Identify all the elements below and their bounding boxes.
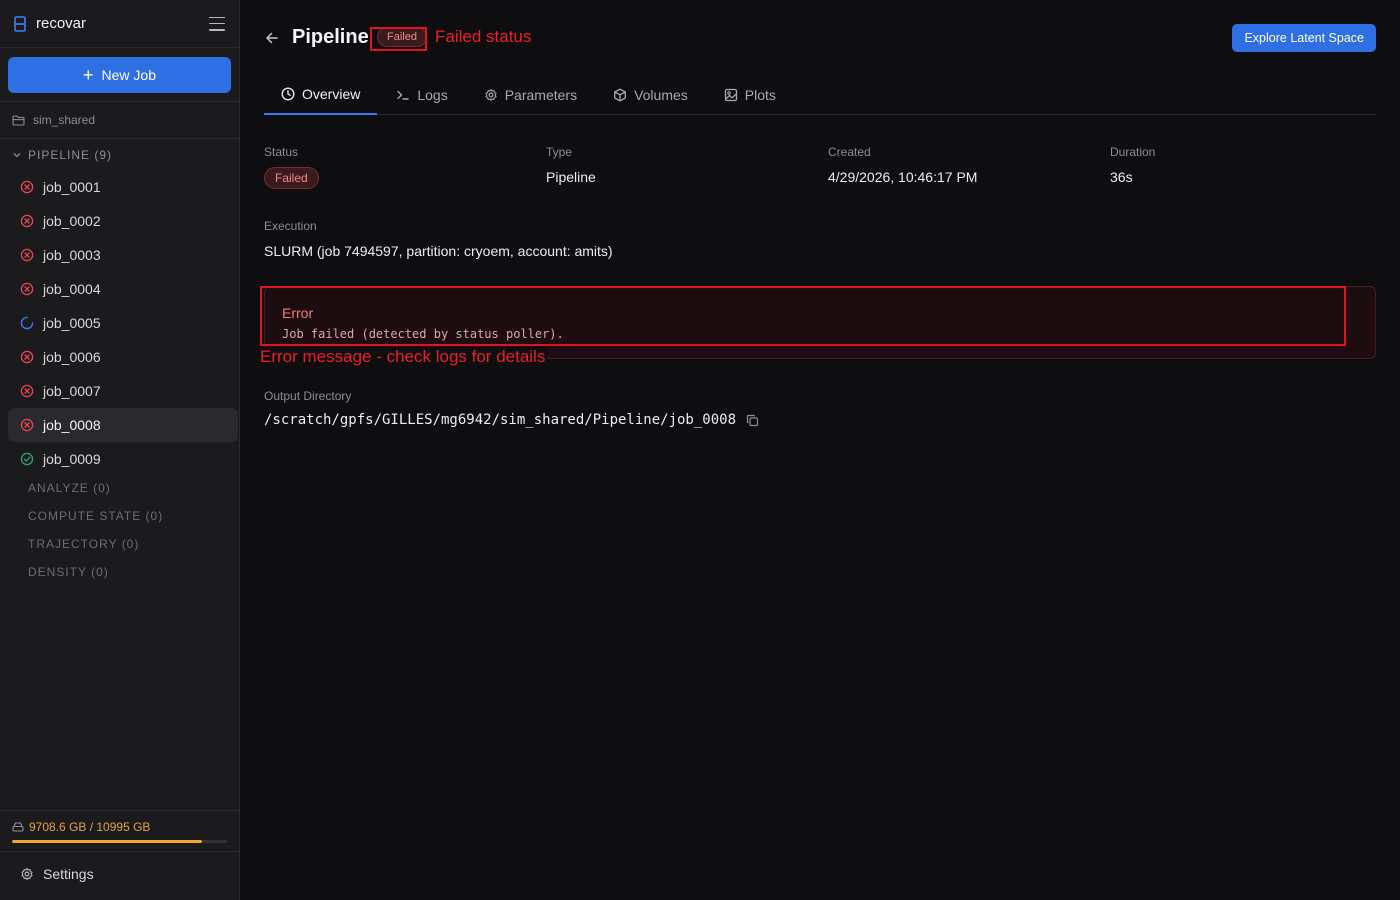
pipeline-section-header[interactable]: PIPELINE (9) [12,148,112,162]
annotation-error-box [260,286,1346,346]
folder-icon [12,114,25,126]
annotation-error-text: Error message - check logs for details [258,347,548,367]
new-job-label: New Job [101,67,156,83]
settings-button[interactable]: Settings [20,866,94,882]
job-item-job_0006[interactable]: job_0006 [8,340,238,374]
gear-icon [485,88,497,101]
x-circle-icon [20,248,34,262]
category-trajectory[interactable]: TRAJECTORY (0) [28,537,139,551]
created-label: Created [828,145,871,159]
tab-overview[interactable]: Overview [264,74,378,115]
tab-overview-label: Overview [302,85,361,102]
job-item-label: job_0001 [43,179,101,195]
folder-label: sim_shared [33,113,96,127]
disk-icon [12,822,24,832]
plus-icon: + [83,65,94,85]
x-circle-icon [20,350,34,364]
storage-usage: 9708.6 GB / 10995 GB [0,810,239,852]
output-directory: /scratch/gpfs/GILLES/mg6942/sim_shared/P… [264,412,759,428]
x-circle-icon [20,418,34,432]
image-icon [724,88,737,101]
tab-parameters-label: Parameters [504,86,578,103]
tab-logs[interactable]: Logs [379,74,464,115]
clock-icon [281,86,295,101]
job-item-label: job_0005 [43,315,101,331]
job-item-job_0005[interactable]: job_0005 [8,306,238,340]
workspace-folder[interactable]: sim_shared [0,101,239,139]
tab-bar: Overview Logs Parameters Volumes Plots [264,74,1376,115]
job-item-label: job_0006 [43,349,101,365]
back-arrow-icon[interactable] [264,30,280,46]
x-circle-icon [20,180,34,194]
category-density[interactable]: DENSITY (0) [28,565,109,579]
new-job-button[interactable]: + New Job [8,57,231,93]
settings-label: Settings [43,866,94,882]
job-list: job_0001 job_0002 job_0003 job_0004 job_0005… [8,170,238,476]
menu-icon[interactable] [209,16,225,31]
category-analyze[interactable]: ANALYZE (0) [28,481,111,495]
terminal-icon [397,90,410,100]
status-badge: Failed [264,167,319,189]
tab-volumes-label: Volumes [634,86,688,103]
tab-logs-label: Logs [417,86,448,103]
job-item-job_0004[interactable]: job_0004 [8,272,238,306]
explore-latent-space-button[interactable]: Explore Latent Space [1232,24,1376,52]
status-label: Status [264,145,299,159]
tab-volumes[interactable]: Volumes [596,74,705,115]
job-item-label: job_0009 [43,451,101,467]
output-directory-label: Output Directory [264,389,352,403]
job-item-job_0007[interactable]: job_0007 [8,374,238,408]
app-logo-icon [14,15,26,32]
job-item-job_0002[interactable]: job_0002 [8,204,238,238]
job-item-label: job_0008 [43,417,101,433]
annotation-status-box [370,27,427,51]
sidebar: recovar + New Job sim_shared PIPELINE (9… [0,0,240,900]
execution-value: SLURM (job 7494597, partition: cryoem, a… [264,243,613,259]
duration-value: 36s [1110,169,1133,185]
x-circle-icon [20,282,34,296]
output-path: /scratch/gpfs/GILLES/mg6942/sim_shared/P… [264,412,737,428]
job-item-label: job_0007 [43,383,101,399]
duration-label: Duration [1110,145,1156,159]
job-item-label: job_0003 [43,247,101,263]
execution-label: Execution [264,219,317,233]
tab-parameters[interactable]: Parameters [467,74,594,115]
annotation-status-text: Failed status [433,27,534,47]
type-label: Type [546,145,573,159]
x-circle-icon [20,384,34,398]
job-item-job_0008[interactable]: job_0008 [8,408,238,442]
job-item-job_0009[interactable]: job_0009 [8,442,238,476]
chevron-down-icon [13,153,21,158]
category-compute-state[interactable]: COMPUTE STATE (0) [28,509,163,523]
spinner-icon [20,316,34,330]
job-item-job_0001[interactable]: job_0001 [8,170,238,204]
type-value: Pipeline [546,169,596,185]
cube-icon [614,88,627,101]
tab-plots[interactable]: Plots [707,74,793,115]
x-circle-icon [20,214,34,228]
sidebar-header: recovar [0,0,239,48]
storage-bar-fill [12,840,202,843]
gear-icon [21,867,33,881]
job-item-job_0003[interactable]: job_0003 [8,238,238,272]
check-circle-icon [20,452,34,466]
created-value: 4/29/2026, 10:46:17 PM [828,169,978,185]
storage-label: 9708.6 GB / 10995 GB [29,820,151,834]
page-title: Pipeline [292,26,369,48]
app-title: recovar [36,15,87,32]
tab-plots-label: Plots [744,86,776,103]
copy-icon[interactable] [746,414,759,427]
section-title: PIPELINE (9) [28,148,113,162]
job-item-label: job_0004 [43,281,101,297]
storage-bar [12,840,227,843]
job-item-label: job_0002 [43,213,101,229]
